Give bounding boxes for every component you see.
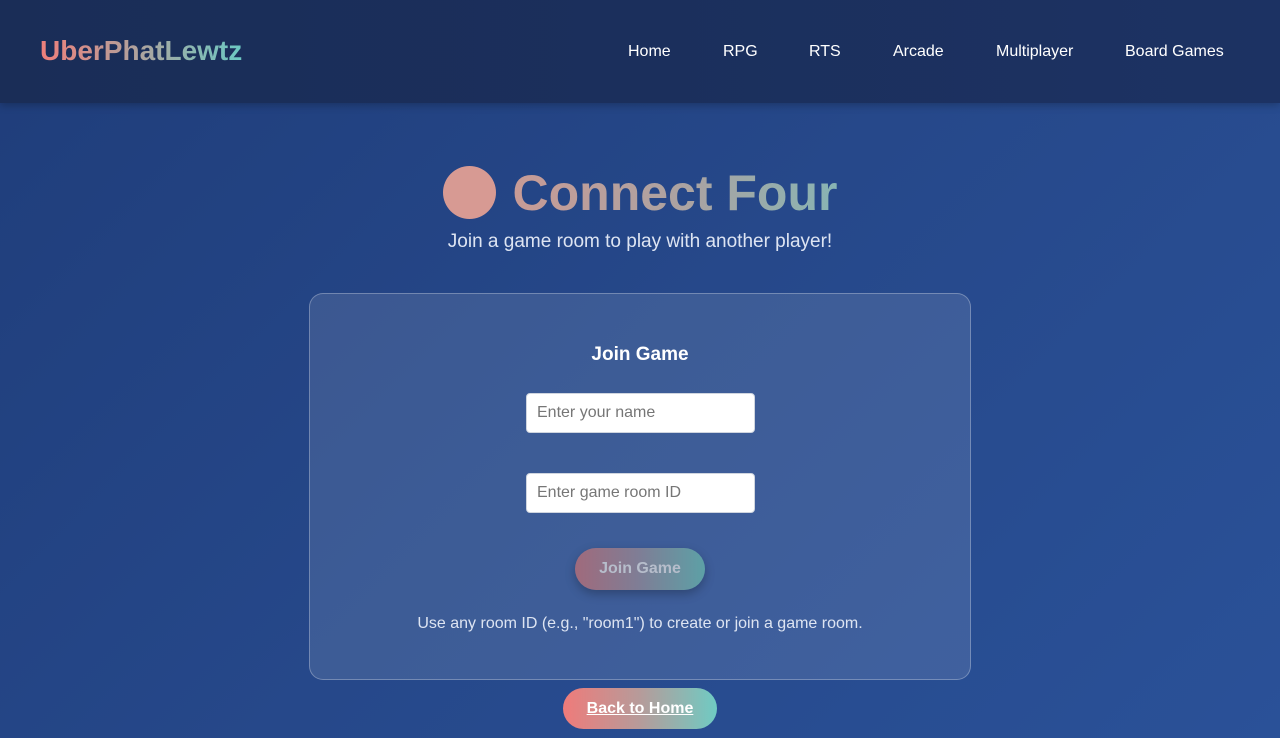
nav-multiplayer-link[interactable]: Multiplayer xyxy=(996,41,1073,63)
page-title: Connect Four xyxy=(512,165,838,221)
join-game-button[interactable]: Join Game xyxy=(575,548,705,590)
card-title: Join Game xyxy=(591,344,689,365)
nav-home-link[interactable]: Home xyxy=(628,41,671,63)
nav-board-games-link[interactable]: Board Games xyxy=(1125,41,1224,63)
site-header: UberPhatLewtz Home RPG RTS Arcade Multip… xyxy=(0,0,1280,103)
back-to-home-button[interactable]: Back to Home xyxy=(563,688,717,729)
player-name-input[interactable] xyxy=(526,393,755,433)
room-id-input[interactable] xyxy=(526,473,755,513)
room-hint-text: Use any room ID (e.g., "room1") to creat… xyxy=(417,615,863,632)
game-piece-icon xyxy=(442,166,496,219)
nav-rpg-link[interactable]: RPG xyxy=(723,41,758,63)
main-nav: Home RPG RTS Arcade Multiplayer Board Ga… xyxy=(0,41,1280,63)
join-game-card: Join Game Join Game Use any room ID (e.g… xyxy=(309,293,971,680)
page-title-row: Connect Four xyxy=(0,163,1280,223)
page-subtitle: Join a game room to play with another pl… xyxy=(447,231,833,252)
nav-rts-link[interactable]: RTS xyxy=(809,41,841,63)
page-title-group: Connect Four xyxy=(442,163,838,223)
nav-arcade-link[interactable]: Arcade xyxy=(893,41,944,63)
